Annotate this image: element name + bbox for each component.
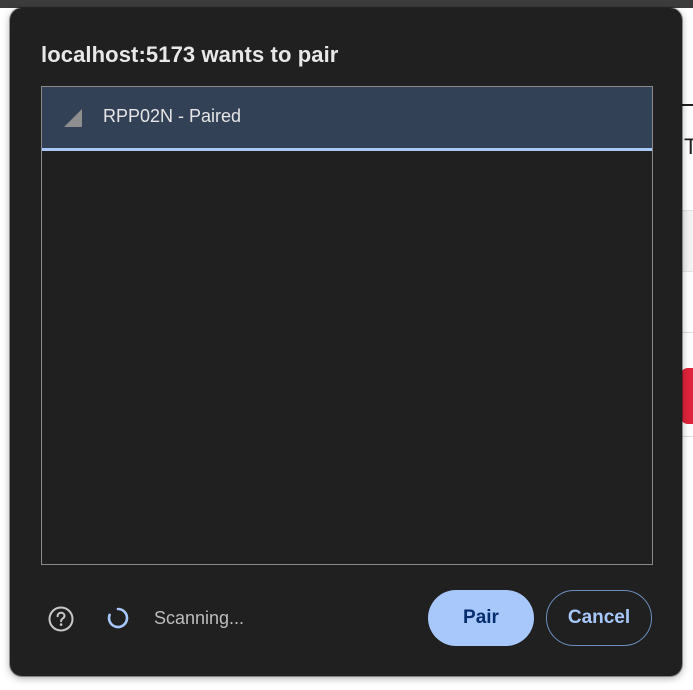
- background-divider: [682, 332, 693, 333]
- device-list-item[interactable]: RPP02N - Paired: [42, 87, 652, 151]
- bluetooth-pair-dialog: localhost:5173 wants to pair RPP02N - Pa…: [10, 8, 682, 676]
- help-icon[interactable]: [47, 605, 75, 633]
- device-label: RPP02N - Paired: [103, 106, 242, 126]
- background-text-fragment: T: [684, 134, 693, 159]
- signal-strength-icon: [62, 107, 84, 129]
- dialog-title: localhost:5173 wants to pair: [41, 42, 339, 67]
- background-divider: [682, 104, 693, 106]
- pair-button[interactable]: Pair: [428, 590, 534, 646]
- loading-spinner-icon: [106, 606, 130, 630]
- cancel-button[interactable]: Cancel: [546, 590, 652, 646]
- device-list[interactable]: RPP02N - Paired: [41, 86, 653, 565]
- background-window-bar: [0, 0, 693, 8]
- background-divider: [682, 436, 693, 437]
- background-panel: [682, 210, 693, 272]
- scanning-status: Scanning...: [154, 608, 245, 628]
